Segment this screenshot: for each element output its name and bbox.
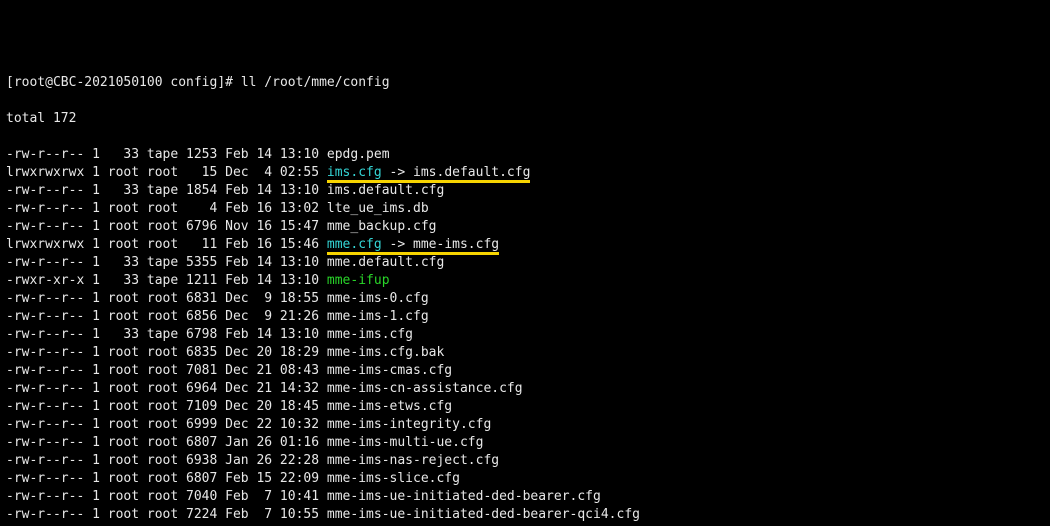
list-item: -rwxr-xr-x 1 33 tape 1211 Feb 14 13:10 m… [6,272,1050,290]
file-name: mme-ims-cmas.cfg [327,363,452,378]
file-name: mme-ims-ue-initiated-ded-bearer-qci4.cfg [327,507,640,522]
command-text: ll /root/mme/config [241,75,390,90]
list-item: -rw-r--r-- 1 root root 7081 Dec 21 08:43… [6,362,1050,380]
file-name: mme-ims-multi-ue.cfg [327,435,484,450]
file-meta: lrwxrwxrwx 1 root root 15 Dec 4 02:55 [6,165,327,180]
file-meta: -rw-r--r-- 1 33 tape 5355 Feb 14 13:10 [6,255,327,270]
file-name: mme-ims.cfg [327,327,413,342]
file-meta: -rw-r--r-- 1 root root 7224 Feb 7 10:55 [6,507,327,522]
file-name: mme-ims.cfg.bak [327,345,444,360]
file-meta: -rw-r--r-- 1 root root 4 Feb 16 13:02 [6,201,327,216]
list-item: -rw-r--r-- 1 33 tape 6798 Feb 14 13:10 m… [6,326,1050,344]
file-name: lte_ue_ims.db [327,201,429,216]
file-name: mme-ims-ue-initiated-ded-bearer-qci6.cfg [327,525,640,526]
list-item: -rw-r--r-- 1 root root 6835 Dec 20 18:29… [6,344,1050,362]
file-meta: -rw-r--r-- 1 root root 6831 Dec 9 18:55 [6,291,327,306]
file-name: mme-ims-integrity.cfg [327,417,491,432]
file-meta: -rw-r--r-- 1 root root 6964 Dec 21 14:32 [6,381,327,396]
file-name: mme-ims-cn-assistance.cfg [327,381,523,396]
file-meta: -rw-r--r-- 1 33 tape 1854 Feb 14 13:10 [6,183,327,198]
prompt-close: ]# [217,75,240,90]
symlink-group: mme.cfg -> mme-ims.cfg [327,237,499,255]
symlink-target: mme-ims.cfg [413,237,499,252]
list-item: -rw-r--r-- 1 root root 6807 Feb 15 22:09… [6,470,1050,488]
file-meta: -rw-r--r-- 1 root root 6807 Feb 15 22:09 [6,471,327,486]
file-name: mme-ims-1.cfg [327,309,429,324]
file-name: mme-ims-etws.cfg [327,399,452,414]
file-meta: lrwxrwxrwx 1 root root 11 Feb 16 15:46 [6,237,327,252]
list-item: -rw-r--r-- 1 33 tape 5355 Feb 14 13:10 m… [6,254,1050,272]
list-item: -rw-r--r-- 1 root root 7224 Feb 7 10:55 … [6,506,1050,524]
symlink-group: ims.cfg -> ims.default.cfg [327,165,531,183]
file-name: mme-ims-slice.cfg [327,471,460,486]
file-meta: -rw-r--r-- 1 root root 6807 Jan 26 01:16 [6,435,327,450]
file-meta: -rw-r--r-- 1 root root 7081 Dec 21 08:43 [6,363,327,378]
list-item: -rw-r--r-- 1 root root 6807 Jan 26 01:16… [6,434,1050,452]
file-meta: -rw-r--r-- 1 33 tape 6798 Feb 14 13:10 [6,327,327,342]
file-meta: -rw-r--r-- 1 root root 6938 Jan 26 22:28 [6,453,327,468]
file-name: ims.default.cfg [327,183,444,198]
prompt-open: [ [6,75,14,90]
list-item: -rw-r--r-- 1 root root 6831 Dec 9 18:55 … [6,290,1050,308]
list-item: -rw-r--r-- 1 root root 6938 Jan 26 22:28… [6,452,1050,470]
list-item: lrwxrwxrwx 1 root root 11 Feb 16 15:46 m… [6,236,1050,254]
symlink-name: mme.cfg [327,237,382,252]
file-list: -rw-r--r-- 1 33 tape 1253 Feb 14 13:10 e… [6,146,1050,526]
file-meta: -rw-r--r-- 1 root root 6796 Nov 16 15:47 [6,219,327,234]
file-name: mme.default.cfg [327,255,444,270]
prompt-line: [root@CBC-2021050100 config]# ll /root/m… [6,74,1050,92]
file-meta: -rw-r--r-- 1 root root 6835 Dec 20 18:29 [6,345,327,360]
list-item: -rw-r--r-- 1 root root 7040 Feb 7 10:41 … [6,488,1050,506]
file-name: mme-ims-nas-reject.cfg [327,453,499,468]
file-name: mme_backup.cfg [327,219,437,234]
file-meta: -rw-r--r-- 1 root root 7109 Dec 20 18:45 [6,399,327,414]
file-name: mme-ims-ue-initiated-ded-bearer.cfg [327,489,601,504]
symlink-name: ims.cfg [327,165,382,180]
prompt-user-host: root@CBC-2021050100 [14,75,163,90]
list-item: -rw-r--r-- 1 root root 6856 Dec 9 21:26 … [6,308,1050,326]
list-item: -rw-r--r-- 1 root root 4 Feb 16 13:02 lt… [6,200,1050,218]
list-item: -rw-r--r-- 1 root root 7109 Dec 20 18:45… [6,398,1050,416]
file-meta: -rw-r--r-- 1 root root 6856 Dec 9 21:26 [6,309,327,324]
file-name: epdg.pem [327,147,390,162]
symlink-target: ims.default.cfg [413,165,530,180]
arrow-icon: -> [382,165,413,180]
file-meta: -rw-r--r-- 1 root root 6999 Dec 22 10:32 [6,417,327,432]
list-item: -rw-r--r-- 1 root root 7040 Feb 7 10:47 … [6,524,1050,526]
file-meta: -rw-r--r-- 1 root root 7040 Feb 7 10:47 [6,525,327,526]
list-item: -rw-r--r-- 1 33 tape 1854 Feb 14 13:10 i… [6,182,1050,200]
file-meta: -rwxr-xr-x 1 33 tape 1211 Feb 14 13:10 [6,273,327,288]
list-item: -rw-r--r-- 1 root root 6999 Dec 22 10:32… [6,416,1050,434]
total-line: total 172 [6,110,1050,128]
prompt-cwd: config [163,75,218,90]
file-meta: -rw-r--r-- 1 33 tape 1253 Feb 14 13:10 [6,147,327,162]
list-item: -rw-r--r-- 1 root root 6964 Dec 21 14:32… [6,380,1050,398]
list-item: -rw-r--r-- 1 root root 6796 Nov 16 15:47… [6,218,1050,236]
arrow-icon: -> [382,237,413,252]
file-name: mme-ims-0.cfg [327,291,429,306]
list-item: -rw-r--r-- 1 33 tape 1253 Feb 14 13:10 e… [6,146,1050,164]
file-name: mme-ifup [327,273,390,288]
file-meta: -rw-r--r-- 1 root root 7040 Feb 7 10:41 [6,489,327,504]
list-item: lrwxrwxrwx 1 root root 15 Dec 4 02:55 im… [6,164,1050,182]
